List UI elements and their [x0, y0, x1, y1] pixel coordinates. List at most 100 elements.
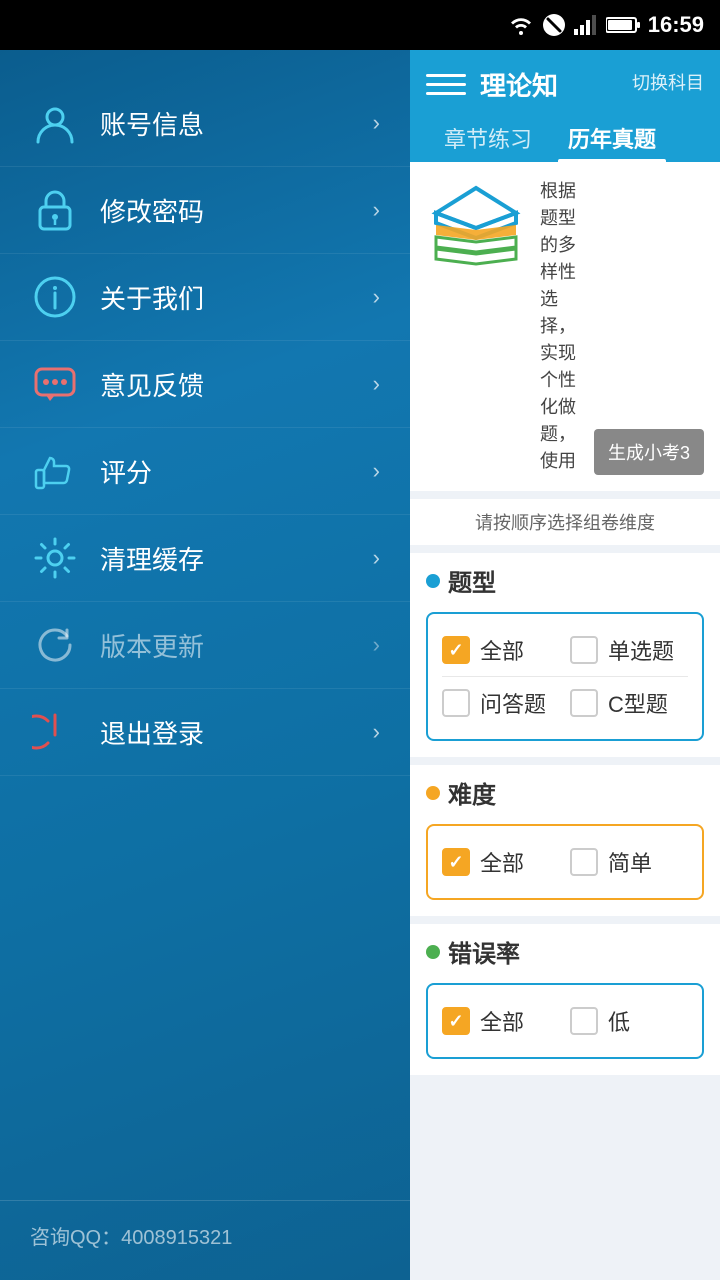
sidebar-item-account[interactable]: 账号信息 › — [0, 80, 410, 167]
checkbox-type-c[interactable] — [570, 689, 598, 717]
checkbox-difficulty-easy[interactable] — [570, 848, 598, 876]
panel-header-top: 理论知 切换科目 — [426, 64, 704, 104]
arrow-icon-cache: › — [373, 545, 380, 571]
section-heading-error-rate: 错误率 — [448, 934, 520, 969]
label-type-qa: 问答题 — [480, 687, 546, 719]
status-time: 16:59 — [648, 12, 704, 38]
hamburger-line-1 — [426, 74, 466, 77]
sidebar-item-about[interactable]: 关于我们 › — [0, 254, 410, 341]
section-error-rate: 错误率 全部 低 — [410, 924, 720, 1075]
tab-chapter[interactable]: 章节练习 — [426, 114, 550, 162]
arrow-icon-rate: › — [373, 458, 380, 484]
wifi-icon — [508, 15, 534, 35]
lock-icon — [30, 185, 80, 235]
panel-content: 根据题型的多样性选择，实现个性化做题，使用 生成小考3 请按顺序选择组卷维度 题… — [410, 162, 720, 1280]
arrow-icon-feedback: › — [373, 371, 380, 397]
sidebar-item-cache[interactable]: 清理缓存 › — [0, 515, 410, 602]
type-row-1: 全部 单选题 — [442, 624, 688, 677]
error-rate-low[interactable]: 低 — [570, 1005, 688, 1037]
section-heading-difficulty: 难度 — [448, 775, 496, 810]
section-error-rate-title: 错误率 — [426, 934, 704, 969]
banner-button[interactable]: 生成小考3 — [594, 429, 704, 475]
section-heading-type: 题型 — [448, 563, 496, 598]
gear-icon — [30, 533, 80, 583]
section-dot-type — [426, 574, 440, 588]
label-difficulty-all: 全部 — [480, 846, 524, 878]
sidebar-label-update: 版本更新 — [100, 627, 373, 664]
sidebar-label-about: 关于我们 — [100, 279, 373, 316]
hamburger-line-3 — [426, 92, 466, 95]
label-difficulty-easy: 简单 — [608, 846, 652, 878]
type-c[interactable]: C型题 — [570, 687, 688, 719]
sidebar-item-feedback[interactable]: 意见反馈 › — [0, 341, 410, 428]
signal-icon — [574, 15, 598, 35]
thumb-icon — [30, 446, 80, 496]
arrow-icon-account: › — [373, 110, 380, 136]
section-type-title: 题型 — [426, 563, 704, 598]
type-all[interactable]: 全部 — [442, 634, 560, 666]
error-rate-all[interactable]: 全部 — [442, 1005, 560, 1037]
arrow-icon-password: › — [373, 197, 380, 223]
hamburger-button[interactable] — [426, 64, 466, 104]
section-type: 题型 全部 单选题 问 — [410, 553, 720, 757]
sidebar-label-logout: 退出登录 — [100, 714, 373, 751]
sidebar-label-cache: 清理缓存 — [100, 540, 373, 577]
hamburger-line-2 — [426, 83, 466, 86]
type-row-2: 问答题 C型题 — [442, 677, 688, 729]
checkbox-error-rate-all[interactable] — [442, 1007, 470, 1035]
sidebar-item-rate[interactable]: 评分 › — [0, 428, 410, 515]
banner-area: 根据题型的多样性选择，实现个性化做题，使用 生成小考3 — [410, 162, 720, 491]
refresh-icon — [30, 620, 80, 670]
error-rate-row-1: 全部 低 — [442, 995, 688, 1047]
section-difficulty-title: 难度 — [426, 775, 704, 810]
hint-text: 请按顺序选择组卷维度 — [410, 499, 720, 545]
type-checkbox-grid: 全部 单选题 问答题 C型题 — [426, 612, 704, 741]
difficulty-easy[interactable]: 简单 — [570, 846, 688, 878]
sidebar-label-feedback: 意见反馈 — [100, 366, 373, 403]
status-bar: 16:59 — [0, 0, 720, 50]
sidebar-label-rate: 评分 — [100, 453, 373, 490]
sidebar-item-logout[interactable]: 退出登录 › — [0, 689, 410, 776]
tab-history[interactable]: 历年真题 — [550, 114, 674, 162]
label-type-c: C型题 — [608, 687, 668, 719]
stack-icon — [426, 178, 526, 278]
blocked-icon — [542, 13, 566, 37]
section-dot-difficulty — [426, 786, 440, 800]
sidebar-item-password[interactable]: 修改密码 › — [0, 167, 410, 254]
panel-header: 理论知 切换科目 章节练习 历年真题 — [410, 50, 720, 162]
sidebar-item-update[interactable]: 版本更新 › — [0, 602, 410, 689]
difficulty-checkbox-grid: 全部 简单 — [426, 824, 704, 900]
section-dot-error-rate — [426, 945, 440, 959]
sidebar-label-password: 修改密码 — [100, 192, 373, 229]
battery-icon — [606, 16, 640, 34]
sidebar-label-account: 账号信息 — [100, 105, 373, 142]
power-icon — [30, 707, 80, 757]
chat-icon — [30, 359, 80, 409]
checkbox-type-all[interactable] — [442, 636, 470, 664]
checkbox-type-qa[interactable] — [442, 689, 470, 717]
error-rate-checkbox-grid: 全部 低 — [426, 983, 704, 1059]
type-qa[interactable]: 问答题 — [442, 687, 560, 719]
sidebar: 账号信息 › 修改密码 › 关于我们 › — [0, 50, 410, 1280]
section-difficulty: 难度 全部 简单 — [410, 765, 720, 916]
banner-text: 根据题型的多样性选择，实现个性化做题，使用 — [540, 178, 580, 475]
user-icon — [30, 98, 80, 148]
checkbox-type-single[interactable] — [570, 636, 598, 664]
arrow-icon-update: › — [373, 632, 380, 658]
difficulty-row-1: 全部 简单 — [442, 836, 688, 888]
right-panel: 理论知 切换科目 章节练习 历年真题 — [410, 50, 720, 1280]
checkbox-error-rate-low[interactable] — [570, 1007, 598, 1035]
arrow-icon-about: › — [373, 284, 380, 310]
panel-title: 理论知 — [480, 66, 632, 103]
label-error-rate-all: 全部 — [480, 1005, 524, 1037]
label-error-rate-low: 低 — [608, 1005, 630, 1037]
difficulty-all[interactable]: 全部 — [442, 846, 560, 878]
info-icon — [30, 272, 80, 322]
type-single[interactable]: 单选题 — [570, 634, 688, 666]
panel-subtitle: 切换科目 — [632, 69, 704, 95]
label-type-all: 全部 — [480, 634, 524, 666]
checkbox-difficulty-all[interactable] — [442, 848, 470, 876]
status-icons: 16:59 — [508, 12, 704, 38]
panel-tabs: 章节练习 历年真题 — [426, 114, 704, 162]
arrow-icon-logout: › — [373, 719, 380, 745]
